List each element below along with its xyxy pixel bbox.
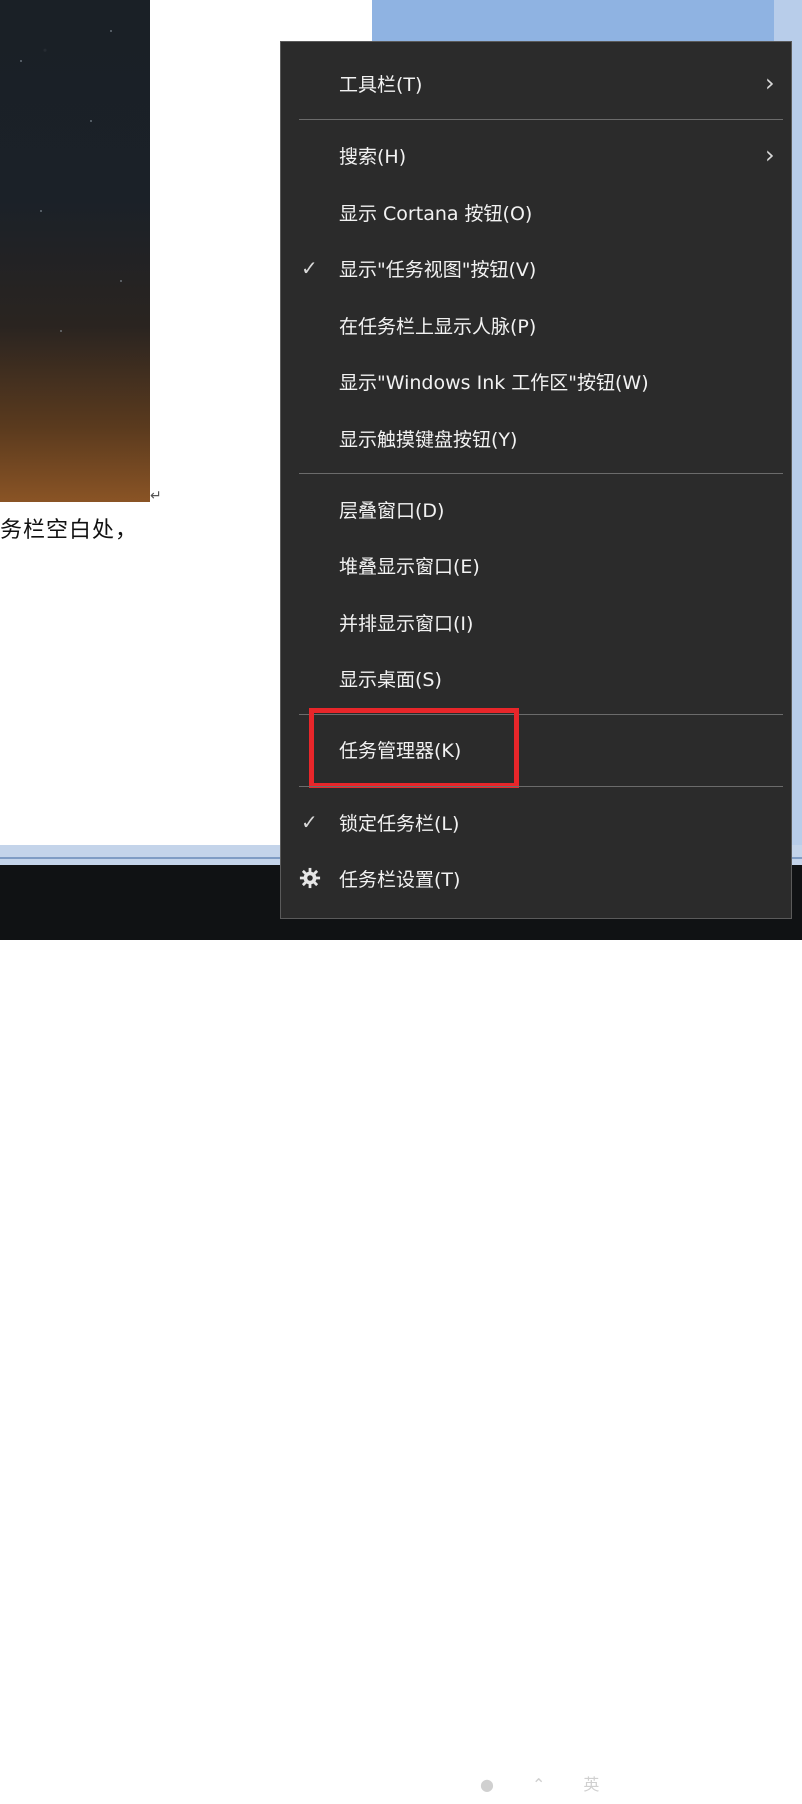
menu-item-taskbar-settings[interactable]: 任务栏设置(T) — [281, 850, 791, 906]
menu-item-label: 显示 Cortana 按钮(O) — [339, 202, 533, 225]
menu-item-toolbars[interactable]: 工具栏(T) › — [281, 55, 791, 111]
menu-item-label: 显示触摸键盘按钮(Y) — [339, 428, 518, 451]
paragraph-mark-icon: ↵ — [150, 488, 162, 504]
menu-item-label: 层叠窗口(D) — [339, 499, 445, 522]
menu-item-label: 工具栏(T) — [339, 73, 423, 96]
chevron-right-icon: › — [765, 141, 775, 169]
menu-separator — [299, 473, 783, 474]
system-tray-icons[interactable]: ● ⌃ 英 — [480, 1771, 637, 1795]
menu-item-label: 显示桌面(S) — [339, 668, 442, 691]
menu-item-show-windows-ink[interactable]: 显示"Windows Ink 工作区"按钮(W) — [281, 353, 791, 409]
document-text: 务栏空白处， — [0, 518, 139, 543]
menu-item-side-by-side[interactable]: 并排显示窗口(I) — [281, 594, 791, 650]
menu-item-show-touch-keyboard[interactable]: 显示触摸键盘按钮(Y) — [281, 410, 791, 466]
menu-item-show-desktop[interactable]: 显示桌面(S) — [281, 650, 791, 706]
menu-separator — [299, 786, 783, 787]
gear-icon — [299, 867, 321, 889]
menu-item-label: 搜索(H) — [339, 145, 407, 168]
menu-item-stack-windows[interactable]: 堆叠显示窗口(E) — [281, 537, 791, 593]
menu-item-label: 并排显示窗口(I) — [339, 612, 474, 635]
menu-item-label: 堆叠显示窗口(E) — [339, 555, 480, 578]
tray-chevron-icon[interactable]: ⌃ — [532, 1775, 545, 1794]
menu-item-show-task-view[interactable]: ✓ 显示"任务视图"按钮(V) — [281, 240, 791, 296]
checkmark-icon: ✓ — [301, 256, 318, 280]
red-highlight-box — [309, 708, 519, 788]
taskbar-context-menu: 工具栏(T) › 搜索(H) › 显示 Cortana 按钮(O) ✓ 显示"任… — [280, 41, 792, 919]
tray-input-icon[interactable]: 英 — [583, 1775, 599, 1794]
tray-date[interactable]: 2021/9/7 — [686, 1783, 756, 1804]
menu-item-search[interactable]: 搜索(H) › — [281, 127, 791, 183]
checkmark-icon: ✓ — [301, 810, 318, 834]
tray-person-icon[interactable]: ● — [480, 1775, 494, 1794]
menu-item-show-people[interactable]: 在任务栏上显示人脉(P) — [281, 297, 791, 353]
menu-separator — [299, 119, 783, 120]
menu-item-label: 锁定任务栏(L) — [339, 812, 460, 835]
menu-item-label: 显示"任务视图"按钮(V) — [339, 258, 537, 281]
menu-item-label: 任务栏设置(T) — [339, 868, 461, 891]
menu-item-label: 显示"Windows Ink 工作区"按钮(W) — [339, 371, 649, 394]
chevron-right-icon: › — [765, 69, 775, 97]
document-photo — [0, 0, 150, 502]
menu-item-label: 在任务栏上显示人脉(P) — [339, 315, 537, 338]
menu-item-cascade-windows[interactable]: 层叠窗口(D) — [281, 481, 791, 537]
menu-item-lock-taskbar[interactable]: ✓ 锁定任务栏(L) — [281, 794, 791, 850]
menu-item-show-cortana[interactable]: 显示 Cortana 按钮(O) — [281, 184, 791, 240]
